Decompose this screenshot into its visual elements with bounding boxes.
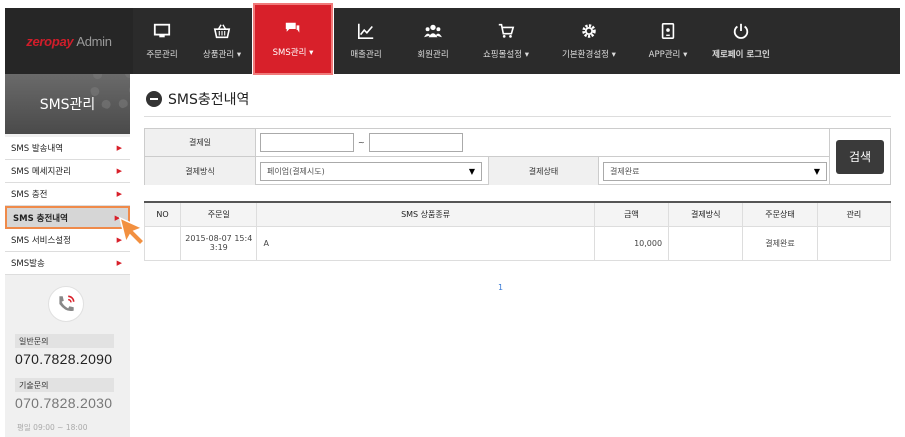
pagination-page-1[interactable]: 1 (498, 283, 503, 292)
column-header-product: SMS 상품종류 (256, 201, 595, 227)
cell-no (143, 225, 182, 261)
search-form: 결제일 ~ 결제방식 페이업(결제시도) ▼ 결제상태 결제완료 ▼ (144, 128, 830, 185)
payment-status-select[interactable]: 결제완료 ▼ (603, 161, 827, 181)
nav-item-sales[interactable]: 매출관리 (333, 8, 399, 74)
top-navbar: zeropay Admin 주문관리 상품관리 ▾ SMS관리 ▾ 매출관리 회원… (5, 2, 900, 76)
column-header-no: NO (143, 201, 182, 227)
gear-watermark-icon (90, 74, 130, 110)
nav-item-products[interactable]: 상품관리 ▾ (191, 8, 253, 74)
column-header-order-date: 주문일 (180, 201, 258, 227)
column-header-status: 주문상태 (742, 201, 818, 227)
cell-order-date: 2015-08-07 15:43:19 (180, 225, 258, 261)
search-button-cell: 검색 (830, 128, 891, 185)
nav-item-shop-settings[interactable]: 쇼핑몰설정 ▾ (467, 8, 545, 74)
logo-brand: zeropay (26, 33, 74, 49)
tech-inquiry-label: 기술문의 (15, 378, 114, 392)
tech-inquiry-number: 070.7828.2030 (15, 395, 113, 411)
minus-circle-icon (146, 91, 162, 107)
chat-icon (285, 22, 300, 33)
monitor-icon (153, 23, 171, 38)
sidebar-item-label: SMS 서비스설정 (11, 236, 71, 246)
nav-label: 제로페이 로그인 (712, 50, 770, 60)
logo[interactable]: zeropay Admin (5, 8, 133, 74)
power-icon (733, 23, 749, 39)
search-row-payment: 결제방식 페이업(결제시도) ▼ 결제상태 결제완료 ▼ (145, 157, 829, 185)
general-inquiry-label: 일반문의 (15, 334, 114, 348)
cell-amount: 10,000 (593, 225, 670, 261)
sidebar-title: SMS관리 (39, 97, 96, 113)
search-row-date: 결제일 ~ (145, 129, 829, 157)
cart-icon (498, 23, 515, 38)
sidebar-menu: SMS 발송내역 ▶ SMS 메세지관리 ▶ SMS 충전 ▶ SMS 충전내역 ▶ S… (5, 137, 130, 275)
sidebar-item-sms-send[interactable]: SMS발송 ▶ (5, 252, 130, 275)
caret-right-icon: ▶ (116, 144, 122, 152)
gear-icon (582, 24, 596, 38)
nav-item-sms[interactable]: SMS관리 ▾ (252, 2, 334, 76)
date-to-input[interactable] (368, 133, 463, 152)
payment-status-value: 결제완료 (610, 166, 640, 176)
main-content: SMS충전내역 결제일 ~ 결제방식 페이업(결제시도) ▼ 결제상태 결제완료 ▼… (130, 74, 900, 437)
dropdown-arrow-icon: ▼ (813, 166, 820, 176)
sidebar-item-sms-message[interactable]: SMS 메세지관리 ▶ (5, 160, 130, 183)
sidebar-item-label: SMS 충전 (11, 190, 48, 200)
date-label: 결제일 (145, 129, 256, 156)
logo-suffix: Admin (76, 33, 112, 49)
caret-right-icon: ▶ (116, 167, 122, 175)
office-hours: 평일 09:00 ~ 18:00 (17, 423, 88, 432)
divider (144, 116, 891, 117)
payment-status-label: 결제상태 (488, 157, 599, 185)
sidebar-item-sms-service-settings[interactable]: SMS 서비스설정 ▶ (5, 229, 130, 252)
page-title-text: SMS충전내역 (168, 92, 250, 108)
users-icon (424, 24, 442, 38)
caret-right-icon: ▶ (116, 190, 122, 198)
nav-item-orders[interactable]: 주문관리 (133, 8, 191, 74)
page-title: SMS충전내역 (146, 89, 249, 109)
cell-method (668, 225, 744, 261)
tablet-icon (661, 22, 675, 40)
nav-item-app[interactable]: APP관리 ▾ (633, 8, 703, 74)
sidebar-item-sms-charge-history[interactable]: SMS 충전내역 ▶ (5, 206, 130, 229)
sidebar-item-sms-send-history[interactable]: SMS 발송내역 ▶ (5, 137, 130, 160)
nav-item-zeropay-login[interactable]: 제로페이 로그인 (703, 8, 779, 74)
cell-status: 결제완료 (742, 225, 818, 261)
sidebar-item-label: SMS발송 (11, 259, 45, 269)
payment-method-label: 결제방식 (145, 157, 256, 185)
cell-manage (816, 225, 892, 261)
nav-label: 기본환경설정 ▾ (562, 50, 616, 60)
column-header-manage: 관리 (816, 201, 892, 227)
nav-label: APP관리 ▾ (648, 50, 688, 60)
date-separator: ~ (358, 138, 365, 147)
payment-method-value: 페이업(결제시도) (267, 166, 325, 176)
nav-item-members[interactable]: 회원관리 (399, 8, 467, 74)
dropdown-arrow-icon: ▼ (468, 166, 475, 176)
sidebar-item-sms-charge[interactable]: SMS 충전 ▶ (5, 183, 130, 206)
date-from-input[interactable] (260, 133, 354, 152)
chart-line-icon (357, 23, 374, 40)
column-header-method: 결제방식 (668, 201, 744, 227)
main-nav: 주문관리 상품관리 ▾ SMS관리 ▾ 매출관리 회원관리 쇼핑몰설정 ▾ 기본… (133, 2, 779, 76)
search-button[interactable]: 검색 (836, 139, 884, 174)
table-row[interactable]: 2015-08-07 15:43:19 A 10,000 결제완료 (143, 225, 892, 261)
table-header-row: NO 주문일 SMS 상품종류 금액 결제방식 주문상태 관리 (143, 201, 892, 227)
nav-label: 주문관리 (146, 50, 178, 60)
general-inquiry-number: 070.7828.2090 (15, 351, 113, 367)
nav-label: 상품관리 ▾ (202, 50, 242, 60)
basket-icon (213, 24, 231, 39)
caret-right-icon: ▶ (116, 259, 122, 267)
payment-method-select[interactable]: 페이업(결제시도) ▼ (260, 161, 482, 181)
nav-label: 매출관리 (350, 50, 382, 60)
column-header-amount: 금액 (593, 201, 670, 227)
nav-label: 쇼핑몰설정 ▾ (482, 50, 530, 60)
sidebar: SMS관리 SMS 발송내역 ▶ SMS 메세지관리 ▶ SMS 충전 ▶ SMS 충… (5, 74, 130, 437)
nav-item-basic-settings[interactable]: 기본환경설정 ▾ (545, 8, 633, 74)
charge-history-table: NO 주문일 SMS 상품종류 금액 결제방식 주문상태 관리 2015-08-… (143, 201, 892, 261)
sidebar-item-label: SMS 충전내역 (13, 213, 68, 224)
cell-product: A (256, 225, 595, 261)
sidebar-item-label: SMS 발송내역 (11, 144, 64, 154)
sidebar-item-label: SMS 메세지관리 (11, 167, 71, 177)
phone-icon (48, 286, 84, 322)
nav-label: SMS관리 ▾ (272, 48, 314, 58)
nav-label: 회원관리 (417, 50, 449, 60)
sidebar-header: SMS관리 (5, 74, 130, 134)
